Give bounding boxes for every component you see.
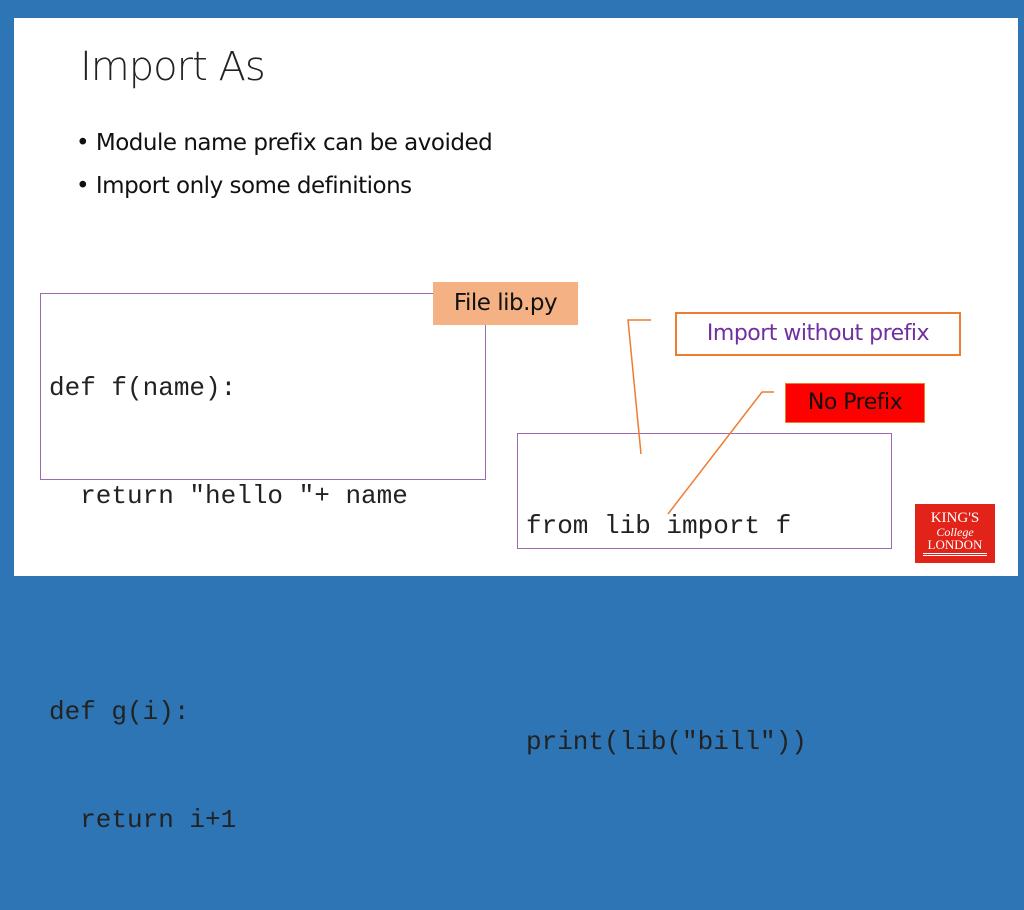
code-line: return i+1 [49,805,237,835]
kings-college-logo: KING'S College LONDON [915,504,995,563]
noprefix-callout-line [667,391,774,515]
slide: Import As • Module name prefix can be av… [14,18,1018,835]
callout-lines [627,319,774,515]
code-line: print(lib("bill")) [526,727,807,757]
import-callout-line [627,319,651,455]
code-line: def g(i): [49,697,190,727]
